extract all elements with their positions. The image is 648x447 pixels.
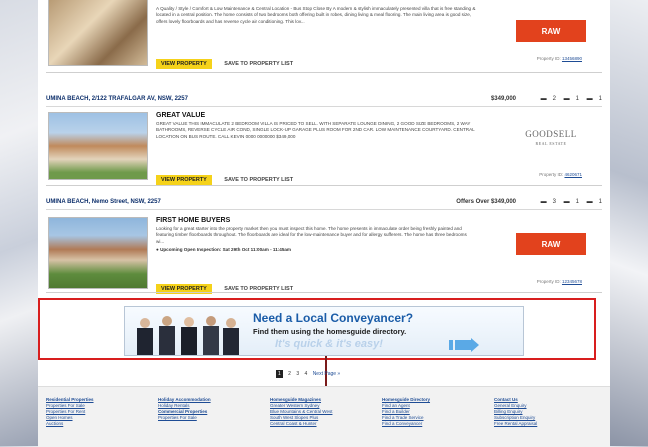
car-icon: ▬ (586, 96, 593, 102)
next-page-link[interactable]: Next Page » (313, 371, 341, 377)
cars-count: 1 (598, 96, 602, 102)
view-property-button[interactable]: VIEW PROPERTY (156, 175, 212, 185)
listing-page: A Quality / Style / Comfort & Low Mainte… (38, 0, 610, 446)
listing-features: ▬ 2 ▬ 1 ▬ 1 (535, 92, 602, 106)
listing-price: $349,000 (490, 96, 516, 102)
property-id-link[interactable]: 4620671 (564, 172, 582, 177)
property-photo[interactable] (48, 217, 148, 289)
footer-link[interactable]: Properties For Sale (158, 415, 258, 421)
bed-icon: ▬ (540, 96, 547, 102)
footer-column: Contact Us General Enquiry Billing Enqui… (494, 397, 594, 427)
listing-features: ▬ 3 ▬ 1 ▬ 1 (535, 195, 602, 209)
listing-card: UMINA BEACH, Nemo Street, NSW, 2257 Offe… (46, 195, 602, 294)
listing-price: Offers Over $349,000 (456, 199, 516, 205)
listing-title[interactable]: FIRST HOME BUYERS (156, 217, 476, 224)
car-icon: ▬ (586, 199, 593, 205)
agent-logo[interactable]: GOODSELL REAL ESTATE (516, 128, 586, 150)
banner-headline: Need a Local Conveyancer? (253, 311, 414, 325)
agent-logo[interactable]: RAW (516, 233, 586, 255)
beds-count: 3 (552, 199, 556, 205)
save-to-list-link[interactable]: SAVE TO PROPERTY LIST (224, 61, 293, 67)
footer-link[interactable]: Central Coast & Hunter (270, 421, 370, 427)
listing-description: GREAT VALUE THIS IMMACULATE 2 BEDROOM VI… (156, 121, 475, 139)
site-footer: Residential Properties Properties For Sa… (38, 386, 610, 447)
bed-icon: ▬ (540, 199, 547, 205)
divider (46, 185, 602, 186)
view-property-button[interactable]: VIEW PROPERTY (156, 59, 212, 69)
divider (46, 292, 602, 293)
listing-location[interactable]: UMINA BEACH, Nemo Street, NSW, 2257 (46, 199, 161, 205)
page-link[interactable]: 3 (296, 371, 299, 377)
property-id-label: Property ID: (536, 56, 561, 61)
page-link-current[interactable]: 1 (276, 370, 283, 378)
page-link[interactable]: 4 (305, 371, 308, 377)
agent-sub: REAL ESTATE (535, 141, 567, 146)
agent-logo[interactable]: RAW (516, 20, 586, 42)
banner-tagline: It's quick & it's easy! (275, 338, 383, 350)
property-id-label: Property ID: (536, 279, 561, 284)
property-id-link[interactable]: 12345678 (562, 279, 582, 284)
bath-icon: ▬ (563, 199, 570, 205)
arrow-right-icon (449, 338, 479, 352)
business-people-image (137, 316, 239, 355)
footer-link[interactable]: Auctions (46, 421, 146, 427)
listing-card: UMINA BEACH, 2/122 TRAFALGAR AV, NSW, 22… (46, 92, 602, 185)
banner-subline: Find them using the homesguide directory… (253, 327, 407, 336)
agent-name: GOODSELL (525, 129, 577, 139)
property-id-link[interactable]: 13456890 (562, 56, 582, 61)
background-right (610, 0, 648, 446)
footer-column: Homesguide Directory Find an Agent Find … (382, 397, 482, 427)
listing-description: A Quality / Style / Comfort & Low Mainte… (156, 6, 476, 24)
listing-description: Looking for a great starter into the pro… (156, 226, 467, 244)
cars-count: 1 (598, 199, 602, 205)
divider (46, 72, 602, 73)
conveyancer-banner[interactable]: Need a Local Conveyancer? Find them usin… (124, 306, 524, 356)
baths-count: 1 (575, 96, 579, 102)
baths-count: 1 (575, 199, 579, 205)
beds-count: 2 (552, 96, 556, 102)
background-left (0, 0, 38, 446)
property-id-label: Property ID: (539, 172, 564, 177)
highlight-box: Need a Local Conveyancer? Find them usin… (38, 298, 596, 360)
bath-icon: ▬ (563, 96, 570, 102)
property-photo[interactable] (48, 0, 148, 66)
listing-title[interactable]: GREAT VALUE (156, 112, 476, 119)
pagination: 1 2 3 4 Next Page » (276, 370, 344, 378)
page-link[interactable]: 2 (288, 371, 291, 377)
save-to-list-link[interactable]: SAVE TO PROPERTY LIST (224, 177, 293, 183)
inspection-time: Upcoming Open Inspection: Sat 29th Oct 1… (160, 247, 292, 253)
footer-link[interactable]: Find a Conveyancer (382, 421, 482, 427)
listing-location[interactable]: UMINA BEACH, 2/122 TRAFALGAR AV, NSW, 22… (46, 96, 188, 102)
footer-column: Holiday Accommodation Holiday Rentals Co… (158, 397, 258, 421)
footer-column: Residential Properties Properties For Sa… (46, 397, 146, 427)
footer-link[interactable]: Free Rental Appraisal (494, 421, 594, 427)
footer-column: Homesguide Magazines Greater Western Syd… (270, 397, 370, 427)
property-photo[interactable] (48, 112, 148, 180)
